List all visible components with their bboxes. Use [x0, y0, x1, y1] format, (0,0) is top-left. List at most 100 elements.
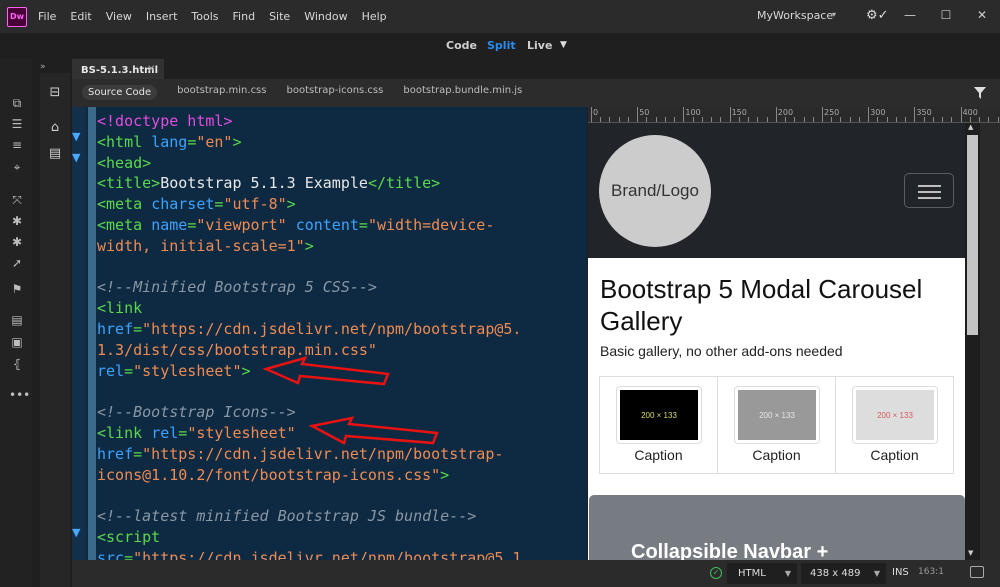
- format-source-icon[interactable]: ≡: [9, 137, 25, 153]
- remove-comment-icon[interactable]: ▤: [9, 312, 25, 328]
- gallery-thumbnail[interactable]: 200 × 133: [734, 386, 820, 444]
- code-token: charset: [151, 195, 215, 214]
- snippets-panel-icon[interactable]: ▤: [46, 146, 64, 164]
- close-icon[interactable]: ✕: [964, 0, 1000, 30]
- menu-site[interactable]: Site: [269, 10, 290, 23]
- select-parent-tag-icon[interactable]: ➚: [9, 255, 25, 271]
- ruler-minor-tick: [627, 117, 629, 122]
- ruler-minor-tick: [868, 117, 870, 122]
- code-token: =: [187, 132, 197, 151]
- no-errors-icon[interactable]: ✓: [710, 567, 722, 579]
- ruler-minor-tick: [785, 117, 787, 122]
- related-file-tab[interactable]: bootstrap.bundle.min.js: [403, 85, 522, 100]
- ruler-tick-label: 300: [870, 108, 886, 117]
- line-marker-bar: [88, 107, 96, 560]
- scrollbar-thumb[interactable]: [967, 135, 978, 335]
- insert-mode[interactable]: INS: [892, 567, 909, 578]
- code-line: rel="stylesheet">: [97, 361, 521, 382]
- open-documents-icon[interactable]: ⧉: [9, 95, 25, 111]
- menu-insert[interactable]: Insert: [146, 10, 178, 23]
- indent-code-icon[interactable]: ⦃: [9, 356, 25, 372]
- ruler-minor-tick: [748, 117, 750, 122]
- insert-panel-icon[interactable]: ⊟: [46, 85, 64, 103]
- related-file-tab[interactable]: bootstrap.min.css: [177, 85, 266, 100]
- gallery-caption: Caption: [634, 447, 683, 463]
- ruler-minor-tick: [591, 117, 592, 122]
- navbar-toggler-button[interactable]: [904, 173, 954, 208]
- tag-chooser-icon[interactable]: ⌖: [9, 159, 25, 175]
- code-token: "https://cdn.jsdelivr.net/npm/bootstrap@…: [133, 548, 522, 560]
- tools-toolbar: ⧉ ☰ ≡ ⌖ ⤧ ✱ ✱ ➚ ⚑ ▤ ▣ ⦃ •••: [0, 59, 32, 587]
- menu-bar: Dw File Edit View Insert Tools Find Site Window…: [0, 0, 1000, 33]
- ruler-minor-tick: [923, 117, 925, 122]
- code-token: "width=device-: [367, 215, 495, 234]
- view-live-button[interactable]: Live: [527, 39, 552, 52]
- maximize-icon[interactable]: ☐: [928, 0, 964, 30]
- ruler-minor-tick: [655, 117, 657, 122]
- preview-icon[interactable]: [970, 566, 984, 578]
- ruler-minor-tick: [794, 117, 796, 122]
- wrap-tag-icon[interactable]: ▣: [9, 334, 25, 350]
- document-type-select[interactable]: HTML ▼: [727, 563, 797, 584]
- collapse-panel-icon[interactable]: »: [40, 62, 46, 72]
- gallery-item[interactable]: 200 × 133 Caption: [600, 377, 718, 473]
- code-token: src: [97, 548, 125, 560]
- code-line: 1.3/dist/css/bootstrap.min.css": [97, 340, 521, 361]
- source-code-tab[interactable]: Source Code: [82, 85, 158, 100]
- filter-icon[interactable]: [974, 87, 986, 99]
- gallery-item[interactable]: 200 × 133 Caption: [836, 377, 953, 473]
- chevron-down-icon[interactable]: ▾: [832, 10, 836, 19]
- ruler-minor-tick: [738, 117, 740, 122]
- workspace-switcher[interactable]: MyWorkspace: [757, 9, 833, 22]
- source-code[interactable]: <!doctype html> <html lang="en"> <head> <ti…: [97, 111, 521, 560]
- menu-list: File Edit View Insert Tools Find Site Window Hel…: [38, 10, 401, 23]
- collapse-selection-icon[interactable]: ✱: [9, 234, 25, 250]
- fold-arrow-icon[interactable]: ▼: [72, 151, 80, 164]
- menu-window[interactable]: Window: [304, 10, 347, 23]
- menu-tools[interactable]: Tools: [191, 10, 218, 23]
- menu-file[interactable]: File: [38, 10, 56, 23]
- code-token: <meta: [97, 215, 152, 234]
- more-options-icon[interactable]: •••: [9, 387, 30, 403]
- gallery-thumbnail[interactable]: 200 × 133: [616, 386, 702, 444]
- close-tab-icon[interactable]: ✕: [147, 64, 155, 75]
- gallery-item[interactable]: 200 × 133 Caption: [718, 377, 836, 473]
- fold-arrow-icon[interactable]: ▼: [72, 526, 80, 539]
- scroll-up-icon[interactable]: ▲: [968, 123, 973, 131]
- live-view[interactable]: Brand/Logo Bootstrap 5 Modal Carousel Ga…: [588, 123, 965, 560]
- ruler-minor-tick: [692, 117, 694, 122]
- scroll-down-icon[interactable]: ▼: [968, 549, 973, 557]
- code-token: "https://cdn.jsdelivr.net/npm/bootstrap-: [142, 444, 504, 463]
- fold-gutter: ▼ ▼ ▼: [72, 107, 86, 560]
- brand-logo[interactable]: Brand/Logo: [599, 135, 711, 247]
- menu-help[interactable]: Help: [362, 10, 387, 23]
- ruler-minor-tick: [895, 117, 897, 122]
- file-management-icon[interactable]: ☰: [9, 116, 25, 132]
- dom-panel-icon[interactable]: ⌂: [46, 120, 64, 138]
- minimize-icon[interactable]: —: [892, 0, 928, 30]
- apply-comment-icon[interactable]: ⚑: [9, 281, 25, 297]
- code-line: <title>Bootstrap 5.1.3 Example</title>: [97, 173, 521, 194]
- ruler-tick-label: 100: [685, 108, 701, 117]
- sync-settings-icon[interactable]: ⚙✓: [866, 8, 889, 23]
- gallery-thumbnail[interactable]: 200 × 133: [852, 386, 938, 444]
- menu-edit[interactable]: Edit: [70, 10, 91, 23]
- view-split-button[interactable]: Split: [487, 39, 516, 52]
- code-token: "viewport": [196, 215, 296, 234]
- menu-find[interactable]: Find: [233, 10, 256, 23]
- related-file-tab[interactable]: bootstrap-icons.css: [286, 85, 383, 100]
- expand-all-icon[interactable]: ⤧: [9, 192, 25, 208]
- menu-view[interactable]: View: [106, 10, 132, 23]
- live-scrollbar[interactable]: ▲ ▼: [965, 123, 980, 560]
- window-size-select[interactable]: 438 x 489 ▼: [801, 563, 886, 584]
- code-token: =: [133, 444, 143, 463]
- code-editor[interactable]: ▼ ▼ ▼ <!doctype html> <html lang="en"> <he…: [72, 107, 587, 560]
- ruler-minor-tick: [701, 117, 703, 122]
- view-options-caret-icon[interactable]: ▼: [560, 40, 567, 50]
- view-code-button[interactable]: Code: [446, 39, 477, 52]
- code-token: content: [295, 215, 359, 234]
- code-token: <title>: [97, 174, 161, 193]
- fold-arrow-icon[interactable]: ▼: [72, 130, 80, 143]
- ruler-minor-tick: [960, 117, 962, 122]
- collapse-full-tag-icon[interactable]: ✱: [9, 213, 25, 229]
